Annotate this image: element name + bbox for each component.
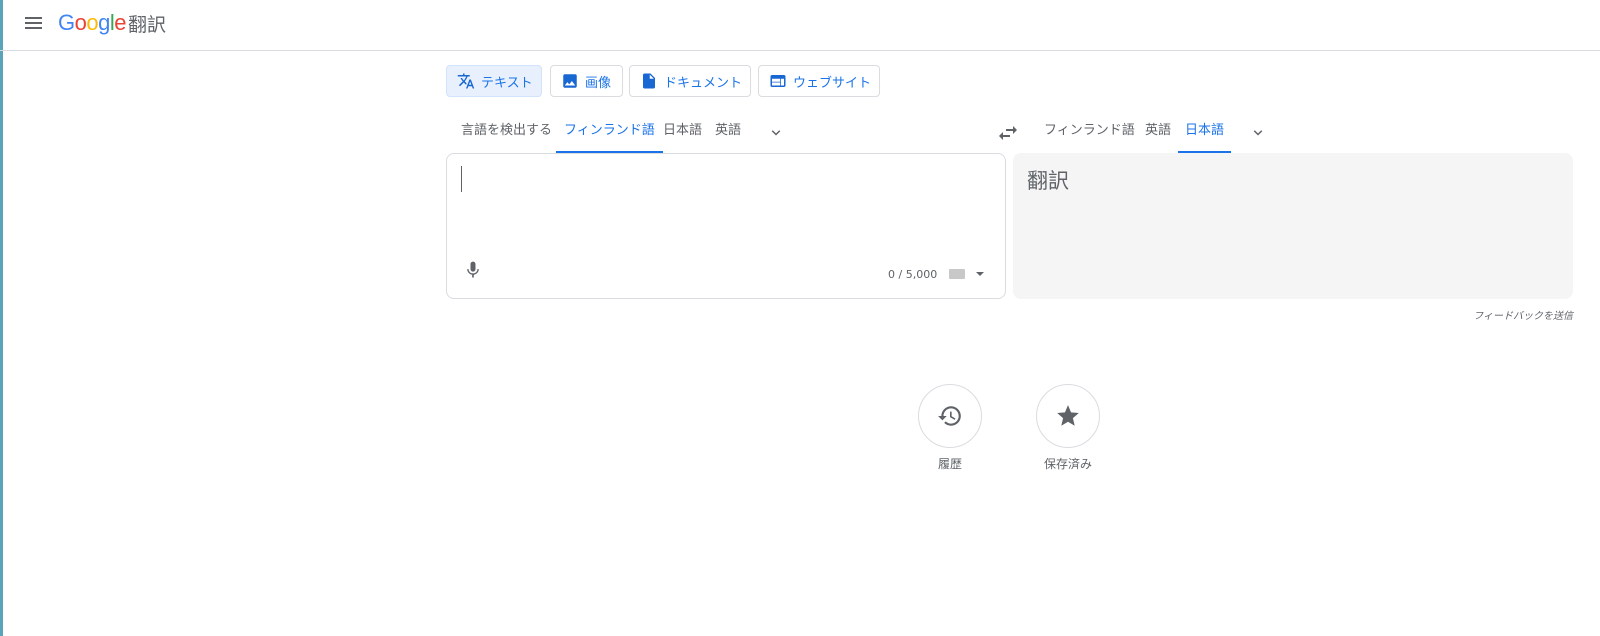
tab-image[interactable]: 画像 [550, 65, 623, 97]
history-label: 履歴 [937, 457, 962, 471]
tab-document[interactable]: ドキュメント [629, 65, 751, 97]
send-feedback-link[interactable]: フィードバックを送信 [1420, 307, 1573, 322]
saved-label: 保存済み [1043, 457, 1092, 471]
input-tools-dropdown-icon[interactable] [976, 272, 984, 276]
chevron-down-icon[interactable] [1249, 124, 1267, 142]
target-language-bar: フィンランド語 英語 日本語 [1013, 115, 1573, 153]
translation-placeholder: 翻訳 [1027, 169, 1069, 193]
menu-icon-bar [25, 22, 42, 24]
saved-button[interactable] [1036, 384, 1100, 448]
source-language-bar: 言語を検出する フィンランド語 日本語 英語 [446, 115, 1006, 153]
character-counter: 0 / 5,000 [888, 268, 938, 281]
menu-icon-bar [25, 17, 42, 19]
google-logo[interactable]: Google [58, 10, 127, 36]
history-icon [938, 406, 961, 426]
translate-icon [457, 73, 475, 89]
product-name[interactable]: 翻訳 [128, 10, 166, 37]
website-icon [770, 75, 786, 87]
main-menu-button[interactable] [22, 11, 46, 35]
tab-document-label: ドキュメント [664, 75, 743, 91]
document-icon [643, 73, 655, 89]
star-icon [1057, 405, 1079, 426]
tab-text[interactable]: テキスト [446, 65, 542, 97]
target-lang-english[interactable]: 英語 [1145, 115, 1171, 153]
microphone-icon[interactable] [463, 260, 483, 280]
window-edge [0, 0, 3, 636]
tab-website[interactable]: ウェブサイト [758, 65, 880, 97]
history-button[interactable] [918, 384, 982, 448]
keyboard-icon[interactable] [949, 269, 965, 279]
source-lang-finnish[interactable]: フィンランド語 [556, 115, 663, 153]
tab-image-label: 画像 [585, 75, 612, 91]
text-cursor [461, 166, 462, 192]
source-lang-japanese[interactable]: 日本語 [663, 115, 702, 153]
source-lang-english[interactable]: 英語 [715, 115, 741, 153]
chevron-down-icon[interactable] [767, 124, 785, 142]
translation-output: 翻訳 [1013, 153, 1573, 299]
tab-website-label: ウェブサイト [793, 75, 872, 91]
target-lang-japanese[interactable]: 日本語 [1178, 115, 1232, 153]
target-lang-finnish[interactable]: フィンランド語 [1044, 115, 1135, 153]
menu-icon-bar [25, 27, 42, 29]
tab-text-label: テキスト [481, 75, 533, 91]
image-icon [563, 74, 577, 88]
source-text-input[interactable]: 0 / 5,000 [446, 153, 1006, 299]
source-lang-detect[interactable]: 言語を検出する [461, 115, 552, 153]
app-header: Google 翻訳 [0, 0, 1600, 51]
